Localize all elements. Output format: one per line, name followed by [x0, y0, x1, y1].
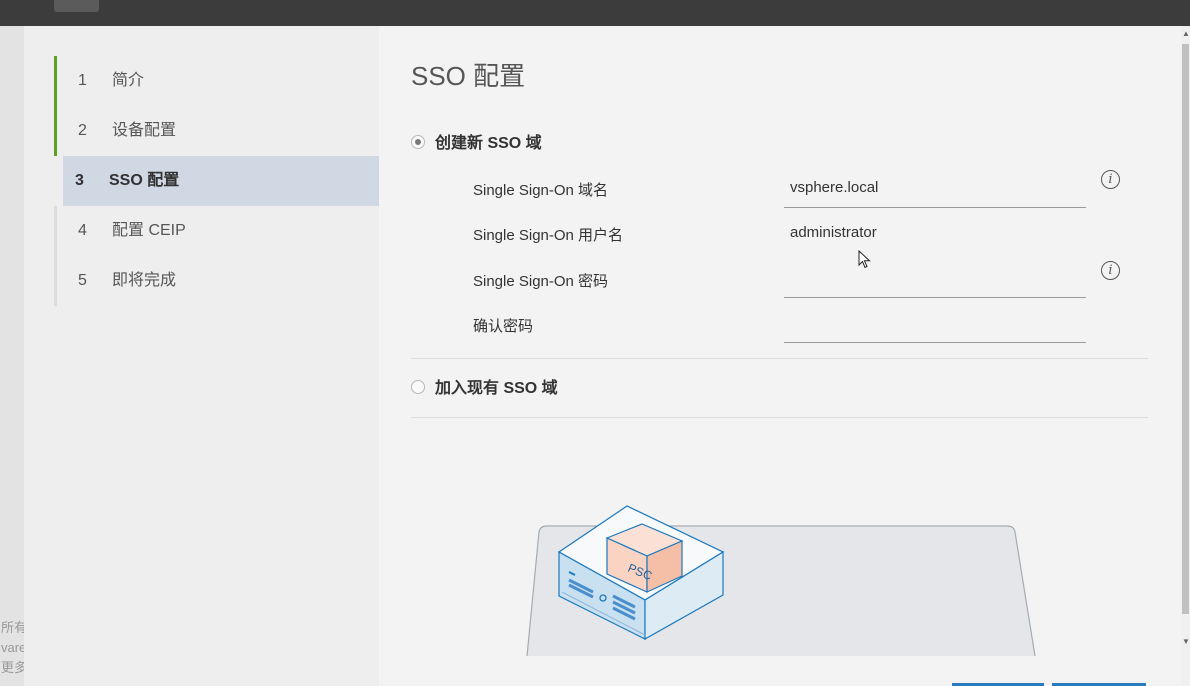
wizard-step-list: 1 简介 2 设备配置 3 SSO 配置 4 配置 CEIP 5 即将完成 [54, 56, 379, 306]
step-number: 4 [78, 222, 87, 239]
join-existing-sso-label: 加入现有 SSO 域 [435, 380, 558, 397]
sso-domain-value: vsphere.local [790, 179, 879, 196]
step-number: 1 [78, 72, 87, 89]
create-new-sso-label: 创建新 SSO 域 [435, 135, 542, 152]
password-info-icon[interactable]: i [1101, 261, 1120, 280]
scroll-down-icon[interactable]: ▼ [1182, 638, 1190, 646]
scroll-up-icon[interactable]: ▲ [1182, 30, 1190, 38]
step-number: 5 [78, 272, 87, 289]
wizard-steps-panel: 1 简介 2 设备配置 3 SSO 配置 4 配置 CEIP 5 即将完成 [24, 26, 379, 686]
wizard-step-sso-config[interactable]: 3 SSO 配置 [63, 156, 379, 206]
sso-username-field: administrator [784, 216, 1086, 253]
sso-domain-input[interactable]: vsphere.local [784, 171, 1086, 208]
sso-password-input[interactable] [784, 261, 1086, 298]
wizard-step-ceip[interactable]: 4 配置 CEIP [54, 206, 379, 256]
domain-info-icon[interactable]: i [1101, 170, 1120, 189]
wizard-content: SSO 配置 创建新 SSO 域 Single Sign-On 域名 vsphe… [379, 26, 1190, 686]
step-label: 配置 CEIP [112, 222, 186, 239]
step-number: 3 [75, 172, 84, 189]
background-text: vare [1, 640, 27, 655]
sso-password-label: Single Sign-On 密码 [473, 273, 609, 290]
scrollbar-thumb[interactable] [1182, 44, 1189, 614]
window-top-bar [0, 0, 1190, 26]
section-divider [411, 358, 1148, 359]
create-new-sso-radio[interactable] [411, 134, 425, 149]
wizard-step-appliance-config[interactable]: 2 设备配置 [54, 106, 379, 156]
confirm-password-label: 确认密码 [473, 318, 534, 335]
wizard-step-intro[interactable]: 1 简介 [54, 56, 379, 106]
step-number: 2 [78, 122, 87, 139]
wizard-dialog: 1 简介 2 设备配置 3 SSO 配置 4 配置 CEIP 5 即将完成 SSO 配置 … [24, 26, 1190, 686]
page-title: SSO 配置 [411, 61, 526, 91]
create-new-sso-domain-option[interactable]: 创建新 SSO 域 [411, 133, 542, 155]
step-label: 设备配置 [112, 122, 177, 139]
step-label: 即将完成 [112, 272, 177, 289]
background-window: 所有 vare 更多 [0, 26, 27, 686]
join-existing-sso-domain-option[interactable]: 加入现有 SSO 域 [411, 378, 558, 400]
section-divider [411, 417, 1148, 418]
psc-appliance-illustration: PSC [526, 505, 1036, 656]
join-existing-sso-radio[interactable] [411, 379, 425, 394]
sso-username-label: Single Sign-On 用户名 [473, 227, 624, 244]
mouse-cursor-icon [858, 250, 871, 269]
confirm-password-input[interactable] [784, 306, 1086, 343]
step-label: SSO 配置 [109, 172, 180, 189]
step-label: 简介 [112, 72, 145, 89]
top-bar-button[interactable] [54, 0, 99, 12]
wizard-step-ready[interactable]: 5 即将完成 [54, 256, 379, 306]
sso-username-value: administrator [790, 224, 877, 241]
vertical-scrollbar[interactable]: ▲ ▼ [1181, 26, 1190, 686]
sso-domain-label: Single Sign-On 域名 [473, 182, 609, 199]
